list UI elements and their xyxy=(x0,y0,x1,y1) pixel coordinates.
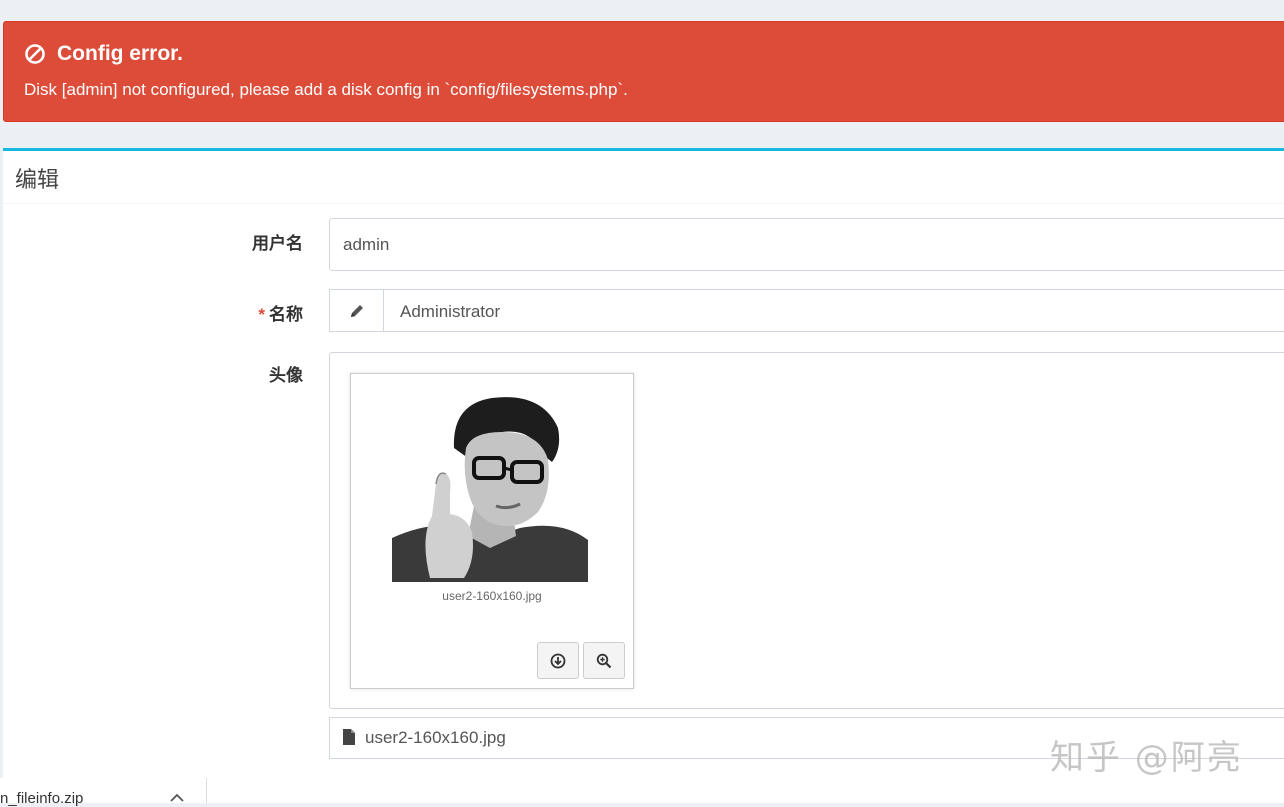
watermark: 知乎 @阿亮 xyxy=(1050,738,1243,778)
avatar-preview-box[interactable]: user2-160x160.jpg xyxy=(329,352,1284,709)
download-icon xyxy=(550,653,566,668)
username-input[interactable]: admin xyxy=(329,218,1284,271)
ban-icon xyxy=(25,44,45,64)
avatar-filename-value: user2-160x160.jpg xyxy=(365,728,506,747)
name-label-text: 名称 xyxy=(269,305,303,324)
file-icon xyxy=(343,729,355,745)
name-addon xyxy=(330,290,384,331)
name-input[interactable]: Administrator xyxy=(329,289,1284,332)
required-mark: * xyxy=(258,305,265,324)
alert-title: Config error. xyxy=(57,42,184,65)
name-label: * 名称 xyxy=(258,300,303,325)
username-label: 用户名 xyxy=(252,234,303,253)
download-bar: n_fileinfo.zip xyxy=(0,778,1284,807)
avatar-image xyxy=(392,388,588,582)
name-value: Administrator xyxy=(400,302,501,321)
download-button[interactable] xyxy=(537,642,579,679)
panel-header: 编辑 xyxy=(3,151,1284,204)
download-file-name[interactable]: n_fileinfo.zip xyxy=(0,790,83,807)
alert-message: Disk [admin] not configured, please add … xyxy=(24,80,628,99)
config-error-alert: Config error. Disk [admin] not configure… xyxy=(3,21,1284,122)
zoom-in-icon xyxy=(596,653,612,668)
pencil-icon xyxy=(350,304,363,317)
alert-title-row: Config error. xyxy=(24,41,183,67)
avatar-label: 头像 xyxy=(269,366,303,385)
chevron-up-icon[interactable] xyxy=(170,792,184,802)
avatar-thumbnail: user2-160x160.jpg xyxy=(350,373,634,689)
username-value: admin xyxy=(343,235,390,254)
panel-title: 编辑 xyxy=(15,167,60,192)
avatar-file-caption: user2-160x160.jpg xyxy=(442,589,542,603)
download-bar-divider xyxy=(206,778,207,803)
edit-panel: 编辑 用户名 admin * 名称 Administrator 头像 user2… xyxy=(3,148,1284,788)
zoom-button[interactable] xyxy=(583,642,625,679)
